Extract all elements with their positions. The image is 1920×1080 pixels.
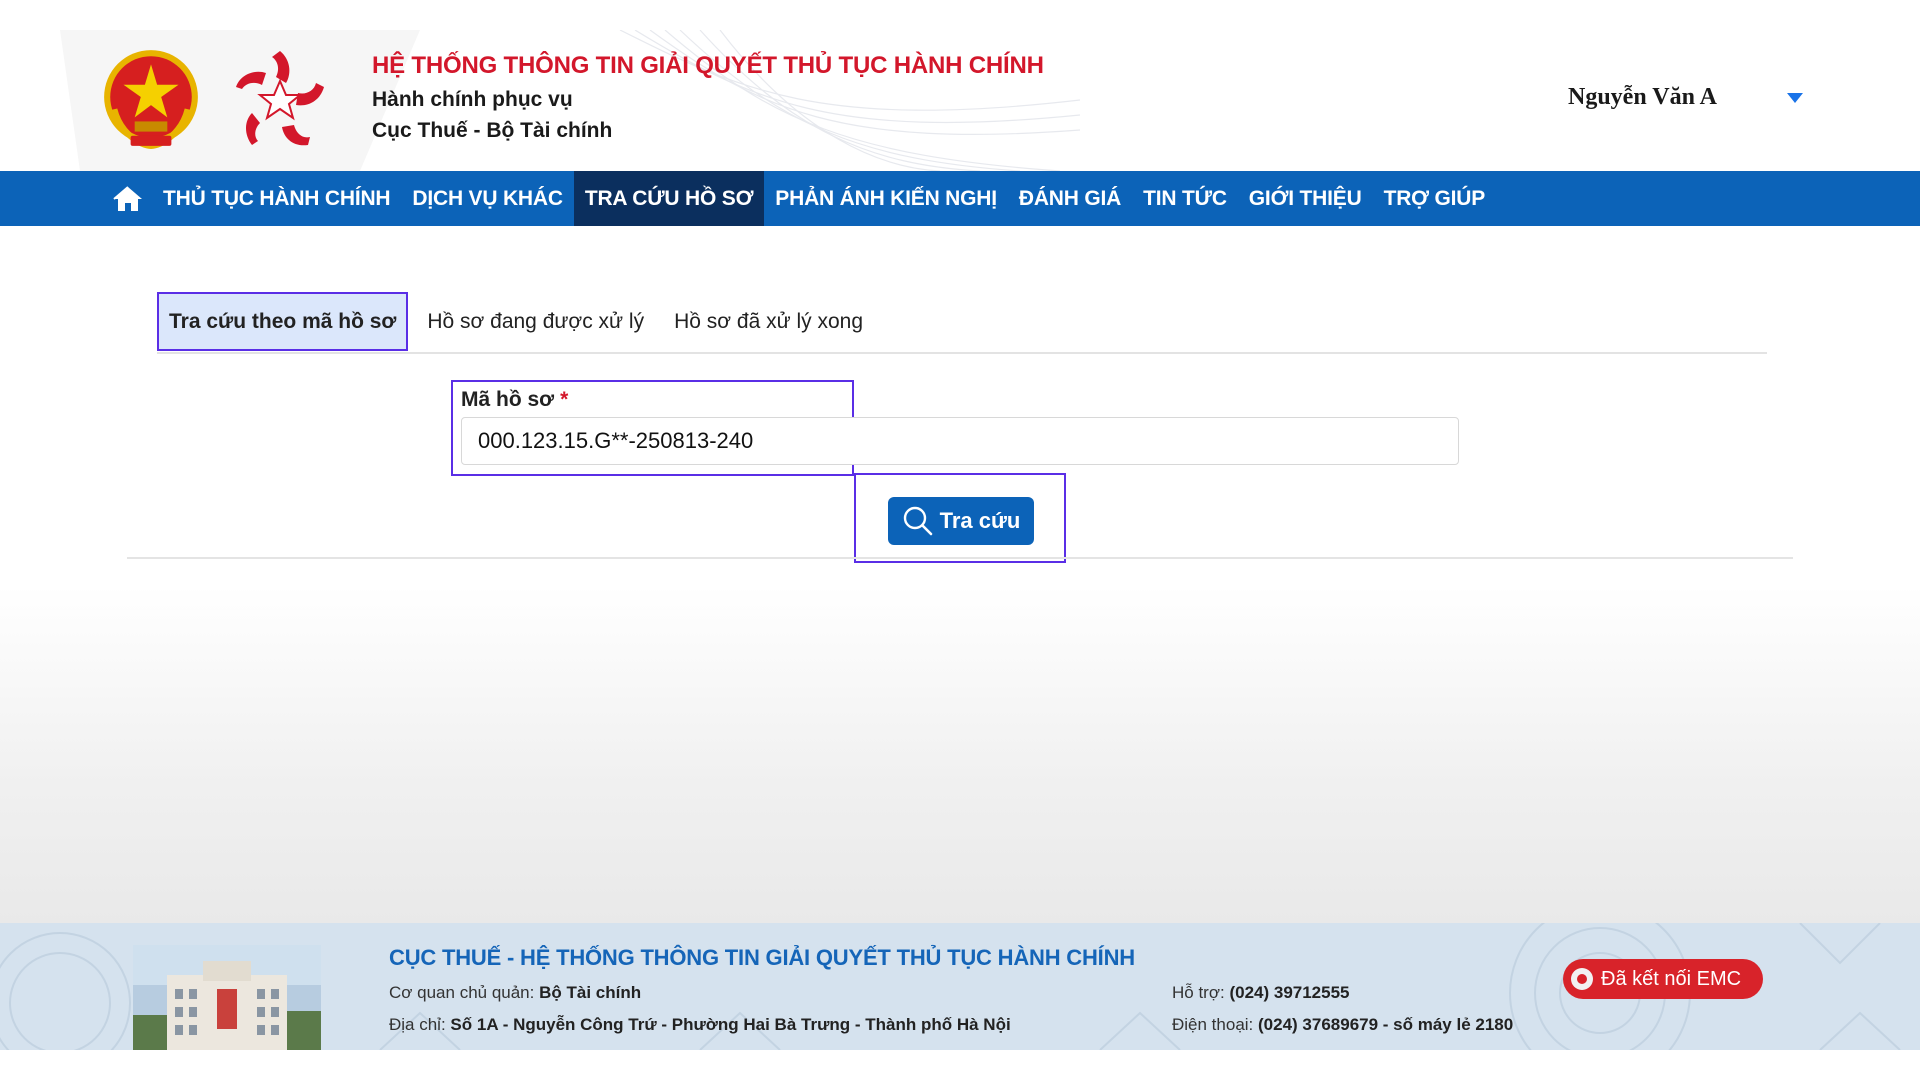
tab-lookup-by-code[interactable]: Tra cứu theo mã hồ sơ — [157, 292, 409, 351]
nav-item-tro-giup[interactable]: TRỢ GIÚP — [1373, 171, 1496, 226]
footer-address: Địa chỉ: Số 1A - Nguyễn Công Trứ - Phườn… — [389, 1015, 1011, 1035]
tab-completed[interactable]: Hồ sơ đã xử lý xong — [659, 292, 878, 351]
lookup-tabs: Tra cứu theo mã hồ sơ Hồ sơ đang được xử… — [157, 292, 1767, 354]
emc-icon — [1571, 968, 1593, 990]
nav-item-thu-tuc-hanh-chinh[interactable]: THỦ TỤC HÀNH CHÍNH — [152, 171, 401, 226]
section-divider — [127, 557, 1793, 559]
national-emblem-icon — [104, 50, 198, 149]
system-title: HỆ THỐNG THÔNG TIN GIẢI QUYẾT THỦ TỤC HÀ… — [372, 52, 1044, 79]
footer-phone-value: (024) 37689679 - số máy lẻ 2180 — [1258, 1015, 1514, 1034]
nav-home-link[interactable] — [104, 171, 152, 226]
footer-support-label: Hỗ trợ: — [1172, 983, 1225, 1002]
headquarters-building-image — [133, 945, 321, 1050]
required-mark: * — [560, 388, 569, 411]
subtitle-service: Hành chính phục vụ — [372, 88, 573, 111]
home-icon — [113, 185, 142, 211]
footer-phone: Điện thoại: (024) 37689679 - số máy lẻ 2… — [1172, 1015, 1513, 1035]
nav-item-dich-vu-khac[interactable]: DỊCH VỤ KHÁC — [401, 171, 573, 226]
footer-address-value: Số 1A - Nguyễn Công Trứ - Phường Hai Bà … — [450, 1015, 1011, 1034]
subtitle-agency: Cục Thuế - Bộ Tài chính — [372, 119, 613, 142]
user-menu[interactable]: Nguyễn Văn A — [1540, 84, 1803, 111]
main-content: Tra cứu theo mã hồ sơ Hồ sơ đang được xử… — [0, 226, 1920, 923]
page-bottom-strip — [0, 1050, 1920, 1080]
main-nav: THỦ TỤC HÀNH CHÍNH DỊCH VỤ KHÁC TRA CỨU … — [0, 171, 1920, 226]
nav-item-danh-gia[interactable]: ĐÁNH GIÁ — [1008, 171, 1132, 226]
field-label-text: Mã hồ sơ — [461, 388, 555, 411]
footer-support-value: (024) 39712555 — [1229, 983, 1350, 1002]
site-header: HỆ THỐNG THÔNG TIN GIẢI QUYẾT THỦ TỤC HÀ… — [0, 0, 1920, 171]
footer-support: Hỗ trợ: (024) 39712555 — [1172, 983, 1350, 1003]
field-label: Mã hồ sơ * — [461, 388, 568, 412]
footer-agency-value: Bộ Tài chính — [539, 983, 642, 1002]
user-name: Nguyễn Văn A — [1568, 84, 1717, 110]
footer-phone-label: Điện thoại: — [1172, 1015, 1254, 1034]
ho-so-code-input[interactable] — [461, 417, 1459, 465]
nav-item-phan-anh-kien-nghi[interactable]: PHẢN ÁNH KIẾN NGHỊ — [764, 171, 1008, 226]
nav-item-tra-cuu-ho-so[interactable]: TRA CỨU HỒ SƠ — [573, 171, 765, 226]
chevron-down-icon[interactable] — [1786, 92, 1803, 103]
emc-connected-badge[interactable]: Đã kết nối EMC — [1563, 959, 1763, 999]
search-button-label: Tra cứu — [939, 508, 1021, 533]
emc-badge-label: Đã kết nối EMC — [1601, 967, 1742, 990]
search-button[interactable]: Tra cứu — [888, 497, 1034, 545]
footer-agency-label: Cơ quan chủ quản: — [389, 983, 535, 1002]
search-icon — [903, 506, 932, 536]
admin-service-star-logo — [236, 51, 324, 146]
nav-item-tin-tuc[interactable]: TIN TỨC — [1132, 171, 1238, 226]
footer-title: CỤC THUẾ - HỆ THỐNG THÔNG TIN GIẢI QUYẾT… — [389, 945, 1135, 970]
footer-address-label: Địa chỉ: — [389, 1015, 446, 1034]
tab-processing[interactable]: Hồ sơ đang được xử lý — [412, 292, 659, 351]
site-footer: CỤC THUẾ - HỆ THỐNG THÔNG TIN GIẢI QUYẾT… — [0, 923, 1920, 1050]
nav-item-gioi-thieu[interactable]: GIỚI THIỆU — [1238, 171, 1373, 226]
footer-agency: Cơ quan chủ quản: Bộ Tài chính — [389, 983, 641, 1003]
